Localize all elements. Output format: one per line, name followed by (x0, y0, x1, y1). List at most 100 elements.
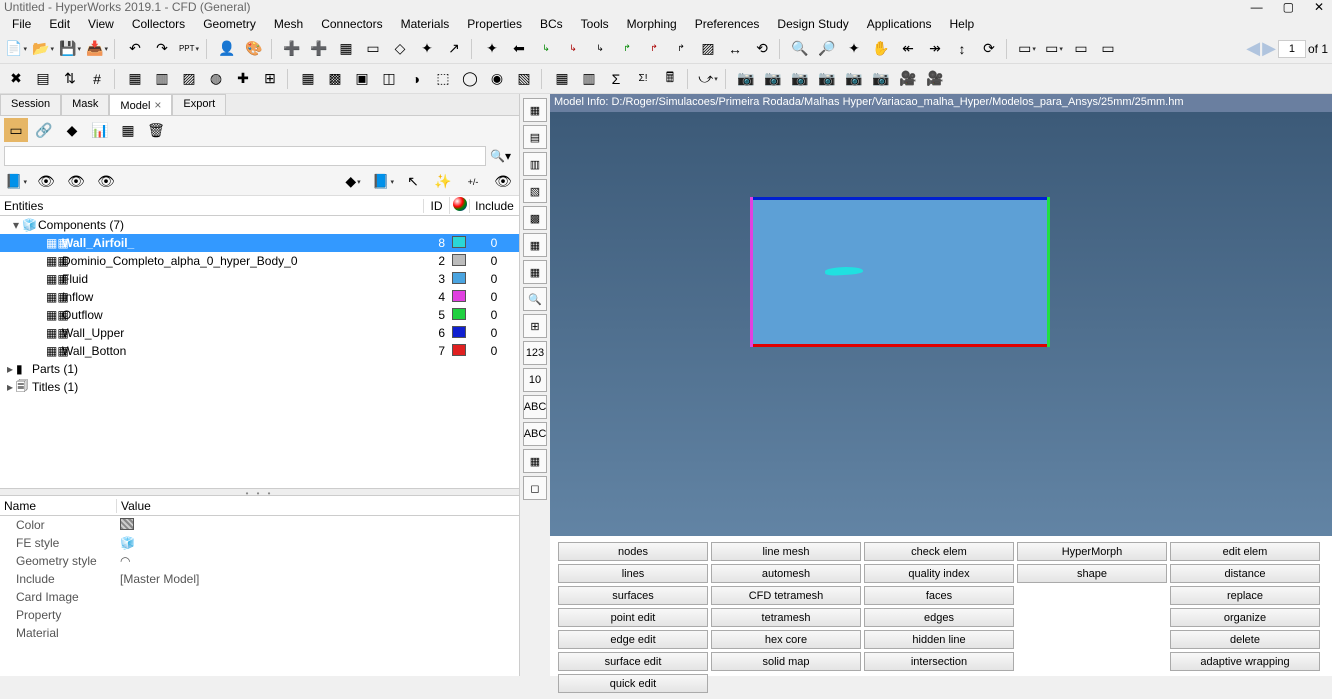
search-icon[interactable]: 🔍▾ (486, 149, 515, 163)
tree-comp-2[interactable]: ▦▦Dominio_Completo_alpha_0_hyper_Body_02… (0, 252, 519, 270)
color-swatch[interactable] (452, 254, 466, 266)
filter-button[interactable]: 📘 (4, 170, 28, 194)
view-mode-2[interactable]: ▤ (523, 125, 547, 149)
cmd-faces[interactable]: faces (864, 586, 1014, 605)
labels-toggle-2[interactable]: ABC (523, 422, 547, 446)
color-swatch[interactable] (452, 290, 466, 302)
menu-help[interactable]: Help (942, 15, 983, 33)
tree-comp-5[interactable]: ▦▦Outflow50 (0, 306, 519, 324)
cmd-shape[interactable]: shape (1017, 564, 1167, 583)
cursor-button[interactable]: ↖ (401, 170, 425, 194)
cmd-solid-map[interactable]: solid map (711, 652, 861, 671)
cmd-automesh[interactable]: automesh (711, 564, 861, 583)
cmd-distance[interactable]: distance (1170, 564, 1320, 583)
user-button[interactable]: 👤 (215, 37, 239, 61)
panel-btn-4[interactable]: 📊 (88, 118, 112, 142)
video-1[interactable]: 🎥 (896, 67, 920, 91)
view-mode-6[interactable]: ▦ (523, 233, 547, 257)
prop-row-geometry-style[interactable]: Geometry style◠ (0, 552, 519, 570)
cmd-edit-elem[interactable]: edit elem (1170, 542, 1320, 561)
axis-xy[interactable]: ↳ (588, 37, 612, 61)
cmd-surfaces[interactable]: surfaces (558, 586, 708, 605)
sum-button[interactable]: Σ (604, 67, 628, 91)
cmd-organize[interactable]: organize (1170, 608, 1320, 627)
zoom-in-button[interactable]: 🔎 (815, 37, 839, 61)
tree-titles[interactable]: ▸🗐Titles (1) (0, 378, 519, 396)
tree-comp-3[interactable]: ▦▦Fluid30 (0, 270, 519, 288)
tree-components[interactable]: ▾🧊Components (7) (0, 216, 519, 234)
create-sys-button[interactable]: ✦ (415, 37, 439, 61)
view-mode-1[interactable]: ▦ (523, 98, 547, 122)
page-curves[interactable]: ▭ (1069, 37, 1093, 61)
spin-view[interactable]: ⟲ (750, 37, 774, 61)
create-prop-button[interactable]: ▭ (361, 37, 385, 61)
view-mode-4[interactable]: ▧ (523, 179, 547, 203)
cmd-line-mesh[interactable]: line mesh (711, 542, 861, 561)
menu-geometry[interactable]: Geometry (195, 15, 264, 33)
reflect-button[interactable]: ⤻ (696, 67, 720, 91)
menu-design-study[interactable]: Design Study (769, 15, 856, 33)
cmd-delete[interactable]: delete (1170, 630, 1320, 649)
create-set-button[interactable]: ➕ (307, 37, 331, 61)
view-mode-3[interactable]: ▥ (523, 152, 547, 176)
eye-toggle[interactable]: 👁 (491, 170, 515, 194)
tab-session[interactable]: Session (0, 94, 61, 115)
display-iso[interactable]: ▧ (512, 67, 536, 91)
open-button[interactable]: 📂 (31, 37, 55, 61)
display-sphere[interactable]: ◉ (485, 67, 509, 91)
axis-neg-xy[interactable]: ↱ (669, 37, 693, 61)
script-button[interactable]: PPT (177, 37, 201, 61)
menu-file[interactable]: File (4, 15, 39, 33)
display-cyl[interactable]: ◯ (458, 67, 482, 91)
menu-applications[interactable]: Applications (859, 15, 940, 33)
cmd-surface-edit[interactable]: surface edit (558, 652, 708, 671)
prop-row-material[interactable]: Material (0, 624, 519, 642)
calc-button[interactable]: 🖩 (658, 67, 682, 91)
pick-mode[interactable]: ▦ (523, 449, 547, 473)
grid-mode[interactable]: ⊞ (523, 314, 547, 338)
cmd-hex-core[interactable]: hex core (711, 630, 861, 649)
check-quality[interactable]: ▥ (577, 67, 601, 91)
tree-comp-6[interactable]: ▦▦Wall_Upper60 (0, 324, 519, 342)
rotate-free-button[interactable]: ⟳ (977, 37, 1001, 61)
display-box[interactable]: ⬚ (431, 67, 455, 91)
color-swatch[interactable] (452, 326, 466, 338)
page-prev[interactable]: ◀ (1246, 38, 1260, 59)
prop-row-fe-style[interactable]: FE style🧊 (0, 534, 519, 552)
capture-6[interactable]: 📷 (869, 67, 893, 91)
labels-toggle-1[interactable]: ABC (523, 395, 547, 419)
cmd-edge-edit[interactable]: edge edit (558, 630, 708, 649)
menu-view[interactable]: View (80, 15, 122, 33)
mesh-split[interactable]: ⊞ (258, 67, 282, 91)
search-input[interactable] (4, 146, 486, 166)
capture-4[interactable]: 📷 (815, 67, 839, 91)
props-header-name[interactable]: Name (0, 499, 116, 513)
eye-all[interactable]: 👁 (34, 170, 58, 194)
splitter[interactable]: • • • (0, 488, 519, 496)
menu-materials[interactable]: Materials (393, 15, 458, 33)
tree-comp-7[interactable]: ▦▦Wall_Botton70 (0, 342, 519, 360)
renumber-button[interactable]: # (85, 67, 109, 91)
create-comp-button[interactable]: ➕ (280, 37, 304, 61)
header-include[interactable]: Include (469, 199, 519, 213)
prop-row-card-image[interactable]: Card Image (0, 588, 519, 606)
rotate-left-button[interactable]: ↞ (896, 37, 920, 61)
cmd-quick-edit[interactable]: quick edit (558, 674, 708, 693)
show-style-2[interactable]: 📘 (371, 170, 395, 194)
display-shaded[interactable]: ▩ (323, 67, 347, 91)
capture-2[interactable]: 📷 (761, 67, 785, 91)
reverse-view[interactable]: ↔ (723, 37, 747, 61)
cmd-edges[interactable]: edges (864, 608, 1014, 627)
tab-close-icon[interactable]: × (154, 98, 161, 112)
display-edges[interactable]: ▣ (350, 67, 374, 91)
view-mode-7[interactable]: ▦ (523, 260, 547, 284)
sum-sel-button[interactable]: Σ! (631, 67, 655, 91)
panel-btn-3[interactable]: ◆ (60, 118, 84, 142)
video-2[interactable]: 🎥 (923, 67, 947, 91)
cmd-adaptive-wrapping[interactable]: adaptive wrapping (1170, 652, 1320, 671)
save-button[interactable]: 💾 (58, 37, 82, 61)
color-swatch[interactable] (452, 272, 466, 284)
menu-properties[interactable]: Properties (459, 15, 530, 33)
page-current[interactable] (1278, 40, 1306, 58)
cmd-check-elem[interactable]: check elem (864, 542, 1014, 561)
